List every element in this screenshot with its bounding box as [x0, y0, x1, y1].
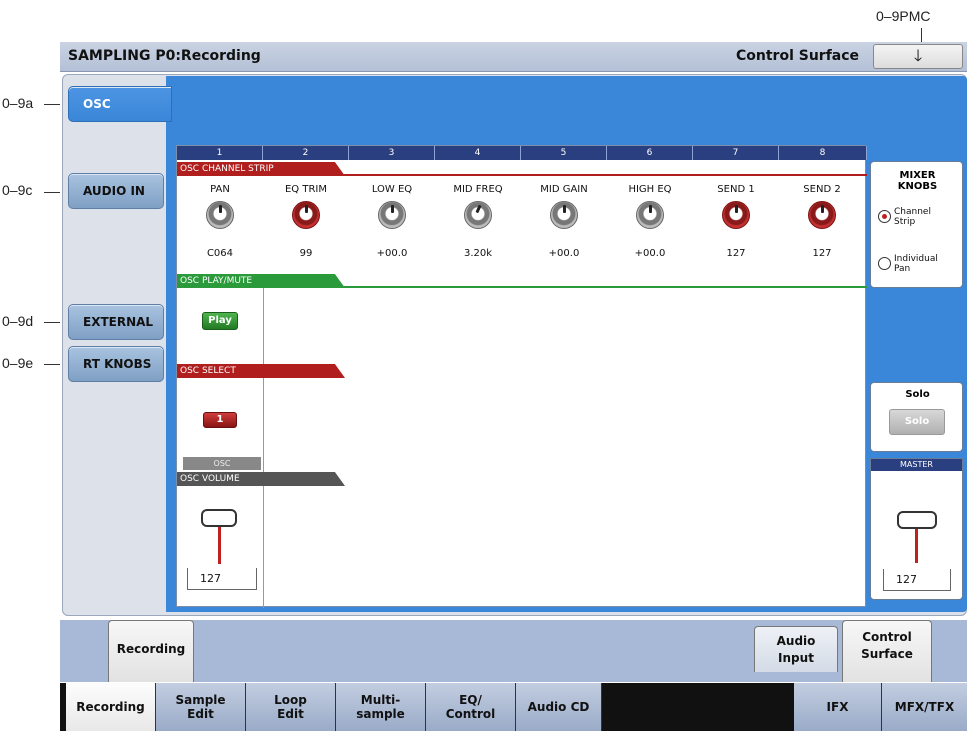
channel-number: 5: [521, 146, 607, 160]
annotation-c: 0–9c: [2, 182, 33, 198]
channel-number: 8: [779, 146, 867, 160]
section-osc-select: OSC SELECT: [177, 364, 345, 378]
annotation-d: 0–9d: [2, 313, 34, 329]
channel-strip-radio[interactable]: [878, 210, 891, 223]
channel-strip-label: Channel Strip: [894, 207, 931, 227]
side-tab-audio-in[interactable]: AUDIO IN: [68, 173, 164, 209]
subtab-control-surface[interactable]: Control Surface: [842, 620, 932, 682]
title-bar: SAMPLING P0:Recording Control Surface 🡓: [60, 42, 967, 72]
master-value: 127: [883, 569, 951, 591]
solo-title: Solo: [905, 389, 930, 400]
individual-pan-label: Individual Pan: [894, 254, 938, 274]
play-button[interactable]: Play: [202, 312, 238, 330]
osc-content: 1 2 3 4 5 6 7 8 OSC CHANNEL STRIP PAN EQ…: [176, 145, 867, 608]
individual-pan-radio[interactable]: [878, 257, 891, 270]
knob-label-high-eq: HIGH EQ: [628, 184, 672, 195]
side-tab-external[interactable]: EXTERNAL: [68, 304, 164, 340]
knob-value-high-eq: +00.0: [634, 248, 666, 259]
subtab-audio-input[interactable]: Audio Input: [754, 626, 838, 672]
knob-label-mid-freq: MID FREQ: [453, 184, 503, 195]
master-title: MASTER: [871, 459, 962, 471]
knob-value-pan: C064: [206, 248, 234, 259]
mid-gain-knob[interactable]: [550, 201, 578, 229]
channel-number: 4: [435, 146, 521, 160]
annotation-a: 0–9a: [2, 95, 34, 111]
mixer-knobs-title: MIXER KNOBS: [897, 170, 938, 192]
solo-button[interactable]: Solo: [889, 409, 945, 435]
master-fader-track: [915, 523, 918, 563]
high-eq-knob[interactable]: [636, 201, 664, 229]
mixer-knobs-panel: MIXER KNOBS Channel Strip Individual Pan: [870, 161, 963, 288]
annotation-pmc: 0–9PMC: [876, 8, 931, 24]
knob-value-send1: 127: [726, 248, 746, 259]
master-panel: MASTER 127: [870, 458, 963, 600]
knob-label-send1: SEND 1: [717, 184, 755, 195]
column-divider: [263, 288, 264, 608]
channel-number: 2: [263, 146, 349, 160]
eq-trim-knob[interactable]: [292, 201, 320, 229]
nav-mfx-tfx[interactable]: MFX/TFX: [882, 683, 967, 731]
knob-label-low-eq: LOW EQ: [371, 184, 413, 195]
knob-label-send2: SEND 2: [803, 184, 841, 195]
mid-freq-knob[interactable]: [464, 201, 492, 229]
channel-number: 6: [607, 146, 693, 160]
sampling-screen: SAMPLING P0:Recording Control Surface 🡓 …: [60, 42, 967, 731]
osc-label: OSC: [183, 457, 261, 470]
side-tab-rt-knobs[interactable]: RT KNOBS: [68, 346, 164, 382]
annotation-e: 0–9e: [2, 355, 34, 371]
nav-eq-control[interactable]: EQ/ Control: [426, 683, 516, 731]
volume-fader-handle[interactable]: [201, 509, 237, 527]
subpage-tab-row: Recording Audio Input Control Surface: [60, 620, 967, 682]
page-name: Control Surface: [736, 48, 860, 64]
nav-sample-edit[interactable]: Sample Edit: [156, 683, 246, 731]
volume-value: 127: [187, 568, 257, 590]
section-divider: [177, 174, 867, 176]
send2-knob[interactable]: [808, 201, 836, 229]
osc-select-button[interactable]: 1: [203, 412, 237, 428]
master-fader-handle[interactable]: [897, 511, 937, 529]
section-divider: [177, 286, 867, 288]
knob-value-mid-gain: +00.0: [548, 248, 580, 259]
nav-recording[interactable]: Recording: [66, 683, 156, 731]
channel-number: 1: [177, 146, 263, 160]
pan-knob[interactable]: [206, 201, 234, 229]
solo-panel: Solo Solo: [870, 382, 963, 452]
knob-label-mid-gain: MID GAIN: [540, 184, 588, 195]
channel-number: 7: [693, 146, 779, 160]
knob-value-low-eq: +00.0: [376, 248, 408, 259]
send1-knob[interactable]: [722, 201, 750, 229]
page-menu-button[interactable]: 🡓: [873, 44, 963, 69]
subtab-recording[interactable]: Recording: [108, 620, 194, 682]
nav-loop-edit[interactable]: Loop Edit: [246, 683, 336, 731]
knob-value-eq-trim: 99: [299, 248, 313, 259]
side-tab-osc[interactable]: OSC: [68, 86, 172, 122]
knob-label-pan: PAN: [210, 184, 230, 195]
knob-value-mid-freq: 3.20k: [463, 248, 493, 259]
knob-label-eq-trim: EQ TRIM: [284, 184, 327, 195]
low-eq-knob[interactable]: [378, 201, 406, 229]
knob-value-send2: 127: [812, 248, 832, 259]
channel-number: 3: [349, 146, 435, 160]
section-osc-volume: OSC VOLUME: [177, 472, 345, 486]
page-title: SAMPLING P0:Recording: [68, 48, 261, 64]
nav-audio-cd[interactable]: Audio CD: [516, 683, 602, 731]
page-nav-bar: Recording Sample Edit Loop Edit Multi- s…: [60, 683, 967, 731]
nav-multisample[interactable]: Multi- sample: [336, 683, 426, 731]
nav-ifx[interactable]: IFX: [794, 683, 882, 731]
chevron-down-icon: 🡓: [913, 46, 923, 65]
